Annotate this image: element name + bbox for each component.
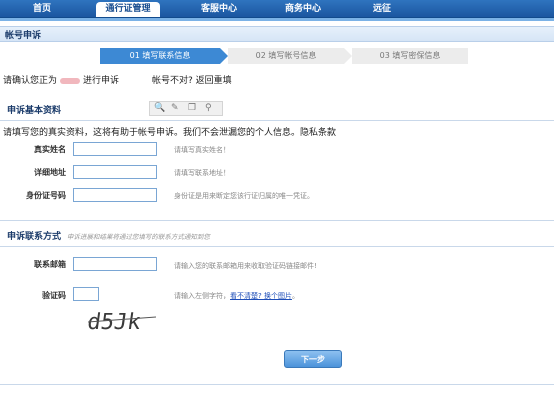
id-number-hint: 身份证是用来断定您该行证归属的唯一凭证。 — [174, 192, 314, 200]
nav-accent-bar — [0, 18, 554, 21]
redacted-account — [60, 77, 81, 84]
address-input[interactable] — [73, 165, 157, 179]
step-3: 03 填写密保信息 — [352, 48, 468, 64]
confirm-line: 请确认您正为 进行申诉 — [3, 73, 119, 86]
copy-icon[interactable]: ❐ — [188, 103, 196, 113]
step-1: 01 填写联系信息 — [100, 48, 228, 64]
captcha-input[interactable] — [73, 287, 99, 301]
email-label: 联系邮箱 — [34, 260, 66, 269]
tab-passport[interactable]: 通行证管理 — [96, 2, 160, 17]
step-3-label: 03 填写密保信息 — [379, 51, 441, 60]
tab-business[interactable]: 商务中心 — [276, 2, 330, 17]
tab-service[interactable]: 客服中心 — [192, 2, 246, 17]
tab-expedition[interactable]: 远征 — [362, 2, 402, 17]
captcha-hint-text: 请输入左侧字符， — [174, 292, 230, 300]
step-2-label: 02 填写帐号信息 — [255, 51, 317, 60]
real-name-label: 真实姓名 — [34, 145, 66, 154]
divider — [0, 220, 554, 221]
account-mismatch-link[interactable]: 帐号不对? 返回重填 — [152, 73, 232, 86]
step-2: 02 填写帐号信息 — [228, 48, 352, 64]
captcha-label: 验证码 — [42, 291, 66, 300]
next-button[interactable]: 下一步 — [284, 350, 342, 368]
contact-title: 申诉联系方式 — [7, 232, 62, 242]
link-icon[interactable]: ⚲ — [205, 103, 212, 113]
refresh-captcha-link[interactable]: 看不清楚? 换个图片 — [230, 292, 292, 300]
email-hint: 请输入您的联系邮箱用来收取验证码链接邮件! — [174, 262, 317, 270]
contact-header: 申诉联系方式 申诉进展和结果将通过您填写的联系方式通知到您 — [7, 229, 210, 242]
id-number-input[interactable] — [73, 188, 157, 202]
email-input[interactable] — [73, 257, 157, 271]
confirm-suffix: 进行申诉 — [83, 76, 120, 86]
address-hint: 请填写联系地址！ — [174, 169, 230, 177]
real-name-input[interactable] — [73, 142, 157, 156]
tab-home[interactable]: 首页 — [22, 2, 62, 17]
help-icon[interactable]: ✎ — [171, 103, 179, 113]
contact-subtitle: 申诉进展和结果将通过您填写的联系方式通知到您 — [66, 233, 210, 241]
id-number-label: 身份证号码 — [26, 191, 66, 200]
top-nav: 首页 通行证管理 客服中心 商务中心 远征 — [0, 0, 554, 18]
real-name-hint: 请填写真实姓名！ — [174, 146, 230, 154]
tool-icons: 🔍 ✎ ❐ ⚲ — [149, 101, 223, 116]
step-arrow — [344, 48, 352, 64]
search-icon[interactable]: 🔍 — [154, 103, 165, 113]
basic-info-title: 申诉基本资料 — [7, 106, 62, 116]
divider — [0, 246, 554, 247]
captcha-image[interactable]: d5Jk — [88, 305, 156, 333]
address-label: 详细地址 — [34, 168, 66, 177]
section-header: 帐号申诉 — [0, 26, 554, 42]
section-title: 帐号申诉 — [5, 31, 42, 41]
divider — [0, 120, 554, 121]
step-1-label: 01 填写联系信息 — [129, 51, 191, 60]
confirm-prefix: 请确认您正为 — [3, 76, 58, 86]
captcha-hint-tail: 。 — [291, 292, 299, 300]
step-arrow — [220, 48, 228, 64]
divider — [0, 384, 554, 385]
privacy-notice: 请填写您的真实资料，这将有助于帐号申诉。我们不会泄漏您的个人信息。隐私条款 — [3, 128, 337, 138]
captcha-hint: 请输入左侧字符，看不清楚? 换个图片。 — [174, 291, 299, 301]
